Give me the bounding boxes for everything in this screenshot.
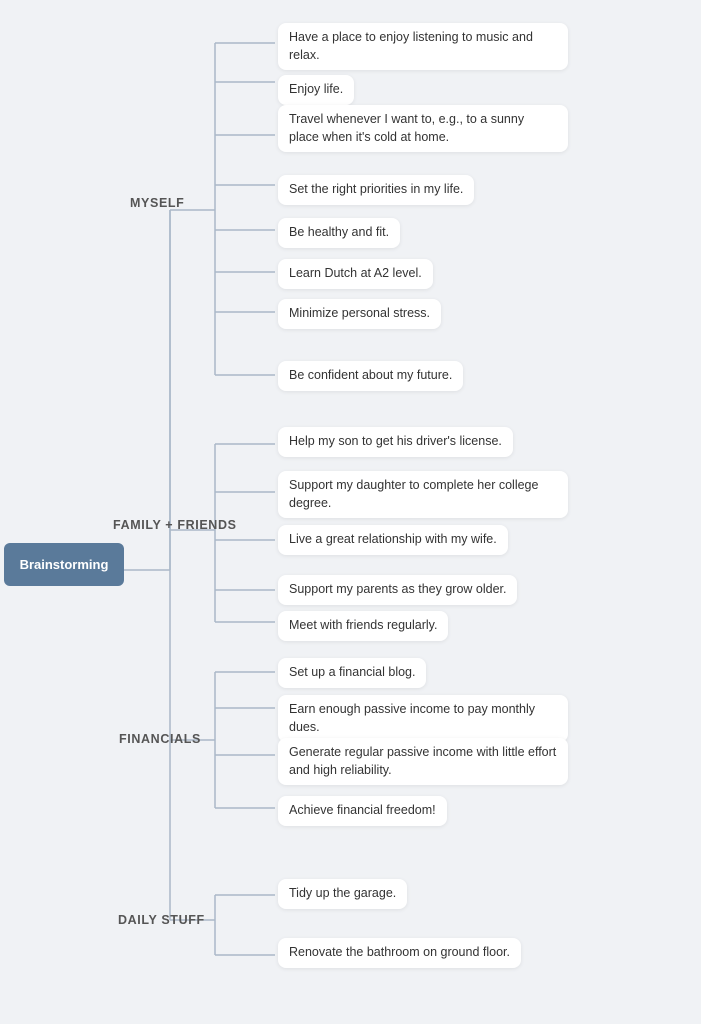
myself-leaf-2: Enjoy life. [278, 75, 354, 105]
financials-leaf-1: Set up a financial blog. [278, 658, 426, 688]
myself-leaf-4: Set the right priorities in my life. [278, 175, 474, 205]
financials-leaf-3: Generate regular passive income with lit… [278, 738, 568, 785]
myself-leaf-8: Be confident about my future. [278, 361, 463, 391]
central-node: Brainstorming [4, 543, 124, 586]
myself-leaf-1: Have a place to enjoy listening to music… [278, 23, 568, 70]
myself-leaf-5: Be healthy and fit. [278, 218, 400, 248]
myself-leaf-3: Travel whenever I want to, e.g., to a su… [278, 105, 568, 152]
financials-leaf-4: Achieve financial freedom! [278, 796, 447, 826]
family-label: FAMILY + FRIENDS [113, 518, 237, 532]
family-leaf-5: Meet with friends regularly. [278, 611, 448, 641]
family-leaf-3: Live a great relationship with my wife. [278, 525, 508, 555]
financials-label: FINANCIALS [119, 732, 201, 746]
family-leaf-2: Support my daughter to complete her coll… [278, 471, 568, 518]
myself-label: MYSELF [130, 196, 184, 210]
myself-leaf-7: Minimize personal stress. [278, 299, 441, 329]
daily-leaf-1: Tidy up the garage. [278, 879, 407, 909]
family-leaf-4: Support my parents as they grow older. [278, 575, 517, 605]
myself-leaf-6: Learn Dutch at A2 level. [278, 259, 433, 289]
family-leaf-1: Help my son to get his driver's license. [278, 427, 513, 457]
mind-map: Brainstorming MYSELF Have a place to enj… [0, 0, 701, 1024]
daily-label: DAILY STUFF [118, 913, 205, 927]
financials-leaf-2: Earn enough passive income to pay monthl… [278, 695, 568, 742]
daily-leaf-2: Renovate the bathroom on ground floor. [278, 938, 521, 968]
